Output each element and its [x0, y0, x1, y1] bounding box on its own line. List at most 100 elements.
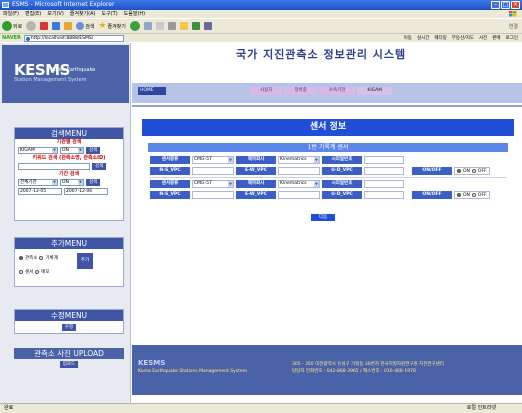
refresh-icon[interactable] — [52, 22, 61, 30]
close-button[interactable]: × — [511, 1, 520, 9]
address-toolbar-links: 이동 실시간 웨더링 부동산/지도 사전 판매 로그인 — [404, 35, 518, 41]
home-link[interactable]: HOME — [138, 87, 166, 95]
add-menu-body: 관측소 기록계 센서 매모 추가 — [15, 249, 123, 285]
tab-kigam[interactable]: KIGAM — [357, 87, 393, 95]
period-org-select[interactable]: 전체기관 — [18, 179, 58, 186]
sensor-2-row-a: 센서종류 CMG-5T 제작회사 Kinematrics 시리얼번호 — [150, 179, 506, 189]
date-from-input[interactable]: 2007-12-05 — [18, 188, 62, 195]
onoff-label: ON/OFF — [412, 191, 452, 199]
org-search-label: 기관별 검색 — [56, 139, 82, 145]
edit-button[interactable]: 수정 — [61, 324, 77, 331]
onoff-radio-group: ON OFF — [454, 191, 490, 199]
ns-vpc-input[interactable] — [192, 167, 234, 175]
radio-station[interactable] — [19, 256, 23, 260]
add-button[interactable]: 추가 — [77, 253, 93, 269]
kesms-logo[interactable]: KESMS Korea Earthquake Station Managemen… — [2, 45, 129, 103]
ew-vpc-label: E-W_VPC — [236, 191, 276, 199]
history-icon[interactable] — [143, 22, 152, 30]
messenger-icon[interactable] — [191, 22, 200, 30]
link-realtime[interactable]: 실시간 — [417, 35, 429, 41]
search-button[interactable]: 검색 — [76, 22, 94, 30]
tab-organization[interactable]: 소속기관 — [318, 87, 356, 95]
link-dictionary[interactable]: 사전 — [479, 35, 487, 41]
radio-on[interactable] — [457, 193, 461, 197]
page-icon — [25, 36, 30, 41]
keyword-input[interactable] — [18, 163, 90, 170]
add-option-row-2: 센서 매모 — [19, 269, 50, 275]
ud-vpc-input[interactable] — [364, 167, 404, 175]
menu-view[interactable]: 보기(V) — [47, 10, 64, 18]
menu-file[interactable]: 파일(F) — [3, 10, 19, 18]
ns-vpc-input[interactable] — [192, 191, 234, 199]
menu-edit[interactable]: 편집(E) — [25, 10, 41, 18]
keyword-search-button[interactable]: 검색 — [92, 163, 107, 170]
add-menu-box: 추가MENU 관측소 기록계 센서 매모 추가 — [14, 237, 124, 287]
ud-vpc-input[interactable] — [364, 191, 404, 199]
serial-input[interactable] — [364, 180, 404, 188]
radio-off[interactable] — [471, 193, 476, 197]
radio-on[interactable] — [457, 169, 461, 173]
ud-vpc-label: U-D_VPC — [322, 191, 362, 199]
tab-user[interactable]: 사용자 — [250, 87, 283, 95]
radio-recorder[interactable] — [39, 256, 44, 260]
maker-label: 제작회사 — [236, 180, 276, 188]
upload-button[interactable]: 업로드 — [59, 361, 79, 368]
back-arrow-icon — [2, 21, 12, 31]
sensor-type-select[interactable]: CMG-5T — [192, 156, 234, 164]
keyword-search-label: 키워드 검색 (관측소명, 관측소ID) — [32, 155, 106, 161]
next-button[interactable]: 다음 — [311, 214, 335, 221]
folder-icon[interactable] — [179, 22, 188, 30]
serial-input[interactable] — [364, 156, 404, 164]
discuss-icon[interactable] — [203, 22, 212, 30]
period-search-button[interactable]: 검색 — [86, 179, 101, 186]
mail-icon[interactable] — [155, 22, 164, 30]
edit-menu-box: 수정MENU 수정 — [14, 309, 124, 334]
links-label[interactable]: 연결 — [509, 23, 518, 30]
ew-vpc-input[interactable] — [278, 167, 320, 175]
org-select[interactable]: KIGAM — [18, 147, 58, 154]
stop-icon[interactable] — [40, 22, 49, 30]
go-button[interactable]: 이동 — [404, 35, 412, 41]
date-to-input[interactable]: 2007-12-06 — [64, 188, 108, 195]
link-weather[interactable]: 웨더링 — [434, 35, 446, 41]
radio-memo[interactable] — [35, 270, 40, 274]
back-button[interactable]: 뒤로 — [2, 21, 22, 31]
search-menu-box: 검색MENU 기관별 검색 KIGAM ON 검색 키워드 검색 (관측소명, … — [14, 127, 124, 221]
forward-arrow-icon[interactable] — [26, 21, 37, 31]
radio-off[interactable] — [471, 169, 476, 173]
sensor-type-label: 센서종류 — [150, 180, 190, 188]
url-field[interactable]: http://localhost:8888/ESMS/ — [23, 34, 124, 42]
main-content: 국가 지진관측소 정보관리 시스템 HOME 사용자 정비중 소속기관 KIGA… — [132, 43, 522, 403]
maker-select[interactable]: Kinematrics — [278, 156, 320, 164]
favorites-button[interactable]: ★ 즐겨찾기 — [98, 20, 125, 31]
keyword-search-row: 검색 — [15, 162, 123, 171]
period-state-select[interactable]: ON — [60, 179, 84, 186]
maker-select[interactable]: Kinematrics — [278, 180, 320, 188]
radio-sensor[interactable] — [19, 270, 23, 274]
link-login[interactable]: 로그인 — [506, 35, 518, 41]
ie-app-icon — [2, 2, 9, 8]
period-search-row: 전체기관 ON 검색 — [15, 178, 123, 187]
menu-favorites[interactable]: 즐겨찾기(A) — [70, 10, 96, 18]
sensor-type-select[interactable]: CMG-5T — [192, 180, 234, 188]
link-shopping[interactable]: 판매 — [492, 35, 500, 41]
star-icon: ★ — [98, 20, 107, 31]
date-range-row: 2007-12-05 2007-12-06 — [15, 187, 123, 196]
org-state-select[interactable]: ON — [60, 147, 84, 154]
search-menu-title: 검색MENU — [15, 128, 123, 139]
org-search-button[interactable]: 검색 — [86, 147, 101, 154]
menu-help[interactable]: 도움말(H) — [124, 10, 145, 18]
maximize-button[interactable]: □ — [501, 1, 510, 9]
tab-maintenance[interactable]: 정비중 — [284, 87, 317, 95]
ew-vpc-input[interactable] — [278, 191, 320, 199]
menu-tools[interactable]: 도구(T) — [102, 10, 118, 18]
window-title: ESMS - Microsoft Internet Explorer — [12, 1, 115, 8]
minimize-button[interactable]: – — [491, 1, 500, 9]
home-icon[interactable] — [64, 22, 73, 30]
link-realestate[interactable]: 부동산/지도 — [452, 35, 474, 41]
ew-vpc-label: E-W_VPC — [236, 167, 276, 175]
footer: KESMS Korea Earthquake Stations Manageme… — [132, 345, 522, 395]
sensor-type-label: 센서종류 — [150, 156, 190, 164]
media-icon[interactable] — [129, 21, 140, 31]
print-icon[interactable] — [167, 22, 176, 30]
